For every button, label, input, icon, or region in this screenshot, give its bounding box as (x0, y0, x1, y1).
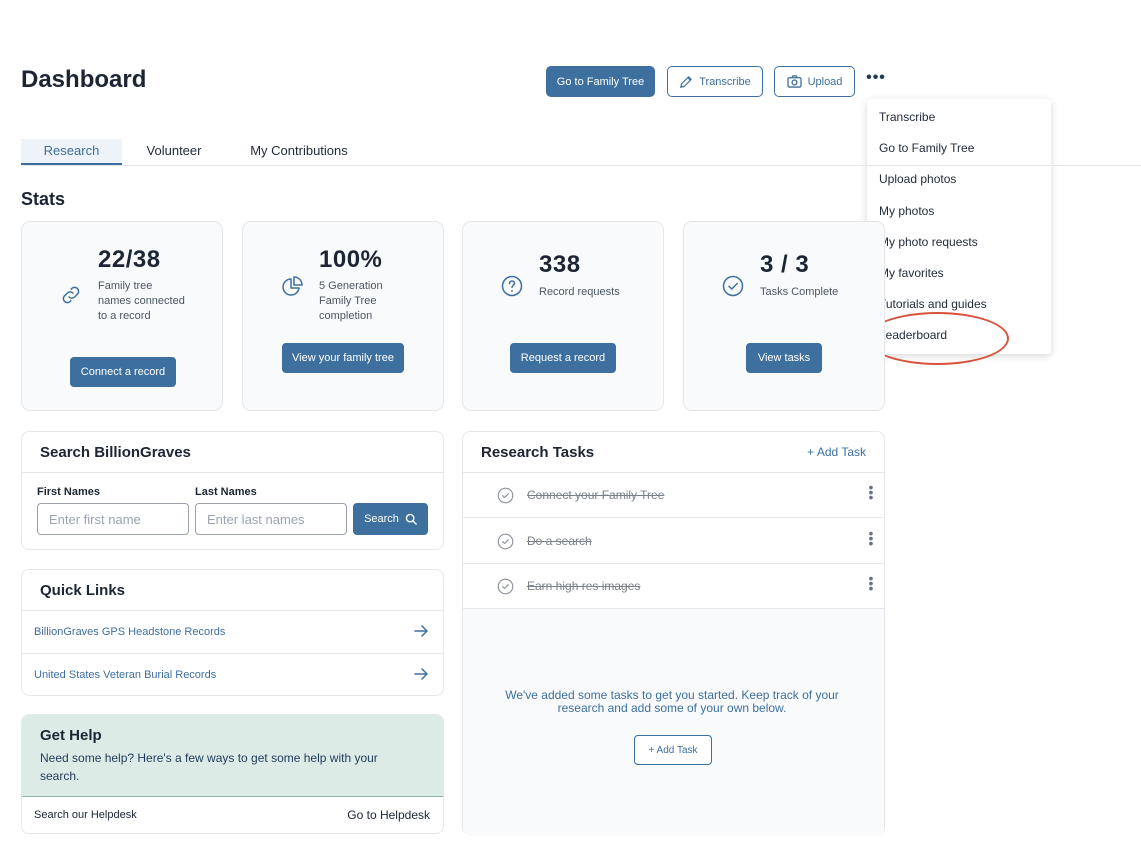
check-circle-icon[interactable] (497, 578, 514, 595)
connect-record-button[interactable]: Connect a record (70, 357, 176, 387)
task-label: Connect your Family Tree (527, 488, 665, 502)
first-names-label: First Names (37, 486, 100, 498)
tasks-empty-area (463, 609, 884, 836)
go-to-family-tree-label: Go to Family Tree (556, 75, 645, 88)
task-label: Do a search (527, 534, 592, 548)
research-tasks-heading: Research Tasks (481, 444, 595, 461)
stat-label: Record requests (539, 286, 620, 298)
search-heading: Search BillionGraves (40, 444, 191, 461)
search-button-label: Search (364, 513, 399, 525)
arrow-right-icon (414, 625, 428, 637)
tab-my-contributions[interactable]: My Contributions (243, 139, 355, 165)
get-help-heading: Get Help (40, 727, 102, 744)
kebab-menu-icon[interactable]: • • • (868, 480, 874, 504)
task-label: Earn high res images (527, 579, 641, 593)
stat-label: 5 Generation Family Tree completion (319, 280, 383, 322)
menu-item-my-favorites[interactable]: My favorites (867, 258, 1051, 289)
task-row: Earn high res images • • • (463, 564, 884, 609)
task-row: Connect your Family Tree • • • (463, 473, 884, 518)
menu-item-transcribe[interactable]: Transcribe (867, 102, 1051, 133)
tab-research[interactable]: Research (21, 139, 122, 165)
stat-value: 100% (319, 246, 383, 273)
add-task-link[interactable]: + Add Task (807, 445, 866, 459)
tab-volunteer[interactable]: Volunteer (137, 139, 211, 165)
camera-icon (786, 75, 802, 88)
quick-link-row[interactable]: BillionGraves GPS Headstone Records (22, 611, 443, 653)
quick-link-row[interactable]: United States Veteran Burial Records (22, 654, 443, 696)
go-to-family-tree-button[interactable]: Go to Family Tree (546, 66, 655, 97)
divider (22, 472, 443, 473)
quick-link-gps-headstone[interactable]: BillionGraves GPS Headstone Records (34, 626, 225, 638)
pie-chart-icon (282, 276, 303, 296)
transcribe-label: Transcribe (699, 75, 751, 88)
stat-card-connected-names: 22/38 Family tree names connected to a r… (21, 221, 223, 411)
research-tasks-section: Research Tasks + Add Task Connect your F… (462, 431, 885, 836)
stat-value: 338 (539, 251, 581, 278)
search-section: Search BillionGraves First Names Last Na… (21, 431, 444, 550)
stat-value: 3 / 3 (760, 251, 810, 278)
view-tasks-button[interactable]: View tasks (746, 343, 822, 373)
menu-item-upload-photos[interactable]: Upload photos (867, 164, 1051, 195)
quick-link-veteran-burial[interactable]: United States Veteran Burial Records (34, 669, 216, 681)
get-help-text: Need some help? Here's a few ways to get… (40, 751, 378, 783)
view-family-tree-button[interactable]: View your family tree (282, 343, 404, 373)
check-circle-icon[interactable] (497, 487, 514, 504)
stat-card-tree-completion: 100% 5 Generation Family Tree completion… (242, 221, 444, 411)
link-icon (62, 286, 80, 304)
quick-links-section: Quick Links BillionGraves GPS Headstone … (21, 569, 444, 696)
page-title: Dashboard (21, 66, 147, 93)
transcribe-button[interactable]: Transcribe (667, 66, 763, 97)
request-record-button[interactable]: Request a record (510, 343, 616, 373)
get-help-section: Get Help Need some help? Here's a few wa… (21, 714, 444, 834)
helpdesk-row-label: Search our Helpdesk (34, 809, 137, 821)
check-circle-icon (722, 275, 744, 297)
stat-value: 22/38 (98, 246, 161, 273)
leaderboard-highlight-circle (866, 312, 1009, 365)
stats-heading: Stats (21, 189, 66, 209)
search-icon (405, 513, 417, 525)
add-task-button[interactable]: + Add Task (634, 735, 712, 765)
arrow-right-icon (414, 668, 428, 680)
stat-label: Family tree names connected to a record (98, 280, 185, 322)
upload-button[interactable]: Upload (774, 66, 855, 97)
search-button[interactable]: Search (353, 503, 428, 535)
menu-item-my-photos[interactable]: My photos (867, 196, 1051, 227)
pencil-icon (680, 75, 693, 88)
kebab-menu-icon[interactable]: • • • (868, 571, 874, 595)
menu-item-my-photo-requests[interactable]: My photo requests (867, 227, 1051, 258)
dashboard-tabs: Research Volunteer My Contributions (21, 139, 1141, 166)
tasks-empty-text: We've added some tasks to get you starte… (505, 688, 839, 715)
check-circle-icon[interactable] (497, 533, 514, 550)
stat-label: Tasks Complete (760, 286, 839, 298)
last-name-input[interactable] (195, 503, 347, 535)
kebab-menu-icon[interactable]: • • • (868, 526, 874, 550)
task-row: Do a search • • • (463, 519, 884, 564)
first-name-input[interactable] (37, 503, 189, 535)
stat-card-record-requests: 338 Record requests Request a record (462, 221, 664, 411)
stat-card-tasks-complete: 3 / 3 Tasks Complete View tasks (683, 221, 885, 411)
upload-label: Upload (807, 75, 843, 88)
question-circle-icon (501, 275, 523, 297)
last-names-label: Last Names (195, 486, 257, 498)
go-to-helpdesk-link[interactable]: Go to Helpdesk (347, 808, 430, 822)
more-options-icon[interactable]: ••• (866, 70, 886, 90)
quick-links-heading: Quick Links (40, 582, 126, 599)
